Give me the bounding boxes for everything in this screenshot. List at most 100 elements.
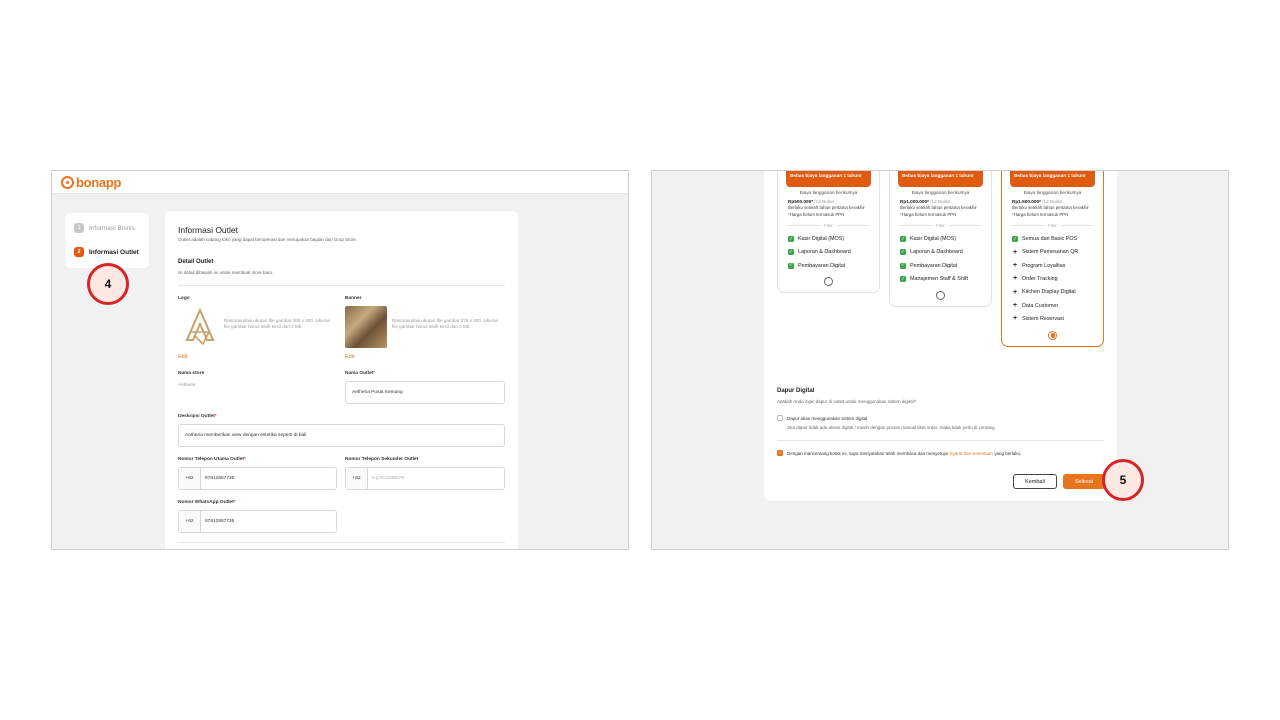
check-icon: ✓ (900, 262, 906, 269)
plan-feature: + Sistem Reservasi (1012, 312, 1093, 325)
country-code[interactable]: +62 (179, 468, 201, 489)
terms-link[interactable]: Syarat dan Ketentuan (949, 451, 993, 456)
plan-price: Rp1.000.000* /12 Bulan (900, 199, 951, 204)
plan-feature: + Data Customer (1012, 299, 1093, 312)
app-logo[interactable]: bonapp (61, 175, 121, 190)
phone-second-label: Nomor Telepon Sekunder Outlet (345, 457, 419, 462)
callout-step-5: 5 (1102, 459, 1144, 501)
phone-second-input[interactable]: e.g 812345678 (368, 468, 404, 489)
plan-radio[interactable] (824, 277, 833, 287)
plan-note: Berlaku setelah tahun pertama berakhir (1012, 205, 1089, 210)
country-code[interactable]: +62 (179, 511, 201, 532)
plan-fitur-divider: Fitur (1012, 223, 1093, 228)
plan-tax-note: *Harga belum termasuk PPN (788, 211, 845, 217)
plan-feature: ✓ Semua dari Basic POS (1012, 232, 1093, 245)
plus-icon: + (1012, 275, 1018, 283)
dapur-title: Dapur Digital (777, 388, 815, 394)
description-input[interactable]: Aetheria memberikan view dengan estetika… (178, 424, 505, 447)
plan-feature-label: Pembayaran Digital (910, 262, 958, 269)
plan-promo-banner: Bebas biaya langganan 1 tahun! (898, 171, 983, 187)
whatsapp-input[interactable]: 87812557735 (201, 511, 234, 532)
left-screenshot: bonapp 1 Informasi Bisnis 2 Informasi Ou… (51, 170, 629, 550)
plan-feature: + Kitchen Display Digital (1012, 286, 1093, 299)
plan-feature: ✓ Laporan & Dashboard (900, 246, 981, 259)
country-code[interactable]: +62 (346, 468, 368, 489)
dapur-question: Apakah Anda ingin dapur di outlet untuk … (777, 399, 917, 404)
outlet-name-input[interactable]: Aetheria Pusat Kemang (345, 381, 505, 404)
store-name-value: Aetheria (178, 382, 196, 387)
plan-feature-label: Kasir Digital (MOS) (798, 236, 845, 243)
bonapp-logo-icon (61, 176, 74, 189)
plan-feature: + Program Loyalitas (1012, 259, 1093, 272)
whatsapp-label: Nomor WhatsApp Outlet* (178, 500, 236, 505)
plan-feature: + Sistem Pemesanan QR (1012, 246, 1093, 259)
plan-card-1[interactable]: Bebas biaya langganan 1 tahun! Biaya lang… (777, 171, 880, 294)
plan-feature-label: Laporan & Dashboard (798, 249, 851, 256)
right-screenshot: Bebas biaya langganan 1 tahun! Biaya lang… (651, 170, 1229, 550)
callout-step-4: 4 (87, 263, 129, 305)
plan-billing-label: Biaya langganan berikutnya (911, 190, 970, 195)
plan-feature: + Order Tracking (1012, 272, 1093, 285)
whatsapp-field[interactable]: +62 87812557735 (178, 510, 337, 533)
plan-radio[interactable] (1048, 330, 1057, 340)
plan-card: Bebas biaya langganan 1 tahun! Biaya lang… (764, 171, 1117, 501)
plan-feature: ✓ Pembayaran Digital (788, 259, 869, 272)
app-name: bonapp (76, 175, 122, 190)
section-title: Detail Outlet (178, 259, 214, 265)
plan-card-2[interactable]: Bebas biaya langganan 1 tahun! Biaya lang… (889, 171, 992, 307)
plus-icon: + (1012, 302, 1018, 310)
plan-feature-label: Manajemen Staff & Shift (910, 275, 969, 282)
plan-tax-note: *Harga belum termasuk PPN (900, 211, 957, 217)
check-icon: ✓ (900, 249, 906, 256)
plan-feature-label: Sistem Pemesanan QR (1022, 249, 1079, 256)
plus-icon: + (1012, 315, 1018, 323)
plus-icon: + (1012, 288, 1018, 296)
logo-edit-link[interactable]: Edit (178, 354, 187, 360)
dapur-checkbox-hint: Jika dapur tidak ada akses digital / mas… (787, 425, 995, 430)
done-button[interactable]: Selesai (1063, 474, 1105, 489)
step-number: 2 (74, 247, 84, 257)
divider (178, 285, 505, 286)
phone-main-field[interactable]: +62 87812557735 (178, 467, 337, 490)
plan-billing-label: Biaya langganan berikutnya (1023, 190, 1082, 195)
plan-card-3[interactable]: Bebas biaya langganan 1 tahun! Biaya lang… (1001, 171, 1104, 347)
banner-edit-link[interactable]: Edit (345, 354, 354, 360)
section-subtitle: Isi detail dibawah ini untuk membuat sto… (178, 270, 274, 275)
plan-note: Berlaku setelah tahun pertama berakhir (788, 205, 865, 210)
step-informasi-bisnis[interactable]: 1 Informasi Bisnis (74, 223, 135, 233)
check-icon: ✓ (788, 249, 794, 256)
logo-label: Logo (178, 296, 190, 301)
plan-radio[interactable] (936, 290, 945, 300)
plan-note: Berlaku setelah tahun pertama berakhir (900, 205, 977, 210)
description-label: Deskripsi Outlet* (178, 414, 217, 419)
stepper: 1 Informasi Bisnis 2 Informasi Outlet (65, 213, 149, 268)
plan-feature: ✓ Kasir Digital (MOS) (788, 232, 869, 245)
phone-second-field[interactable]: +62 e.g 812345678 (345, 467, 505, 490)
plan-feature-label: Kasir Digital (MOS) (910, 236, 957, 243)
outlet-name-label: Nama Outlet* (345, 371, 376, 376)
outlet-logo-image (185, 307, 215, 346)
plan-price: Rp1.500.000* /12 Bulan (1012, 199, 1063, 204)
plan-feature-label: Order Tracking (1022, 275, 1058, 282)
plan-fitur-divider: Fitur (788, 223, 869, 228)
step-informasi-outlet[interactable]: 2 Informasi Outlet (74, 247, 139, 257)
plan-promo-banner: Bebas biaya langganan 1 tahun! (786, 171, 871, 187)
plan-feature-label: Sistem Reservasi (1022, 315, 1064, 322)
outlet-banner-image (345, 306, 387, 348)
plus-icon: + (1012, 248, 1018, 256)
plan-feature-label: Semua dari Basic POS (1022, 236, 1078, 243)
check-icon: ✓ (900, 275, 906, 282)
logo-hint: Rekomendasi ukuran file gambar 300 x 300… (224, 318, 331, 329)
divider (777, 440, 1104, 441)
phone-main-input[interactable]: 87812557735 (201, 468, 234, 489)
plan-feature: ✓ Laporan & Dashboard (788, 246, 869, 259)
plan-feature: ✓ Kasir Digital (MOS) (900, 232, 981, 245)
terms-checkbox[interactable]: ✓ (777, 450, 783, 456)
check-icon: ✓ (788, 262, 794, 269)
phone-main-label: Nomor Telepon Utama Outlet* (178, 457, 246, 462)
page-title: Informasi Outlet (178, 225, 238, 235)
plan-feature-label: Kitchen Display Digital (1022, 289, 1076, 296)
back-button[interactable]: Kembali (1013, 474, 1057, 489)
dapur-checkbox[interactable] (777, 415, 783, 421)
plan-feature: ✓ Pembayaran Digital (900, 259, 981, 272)
